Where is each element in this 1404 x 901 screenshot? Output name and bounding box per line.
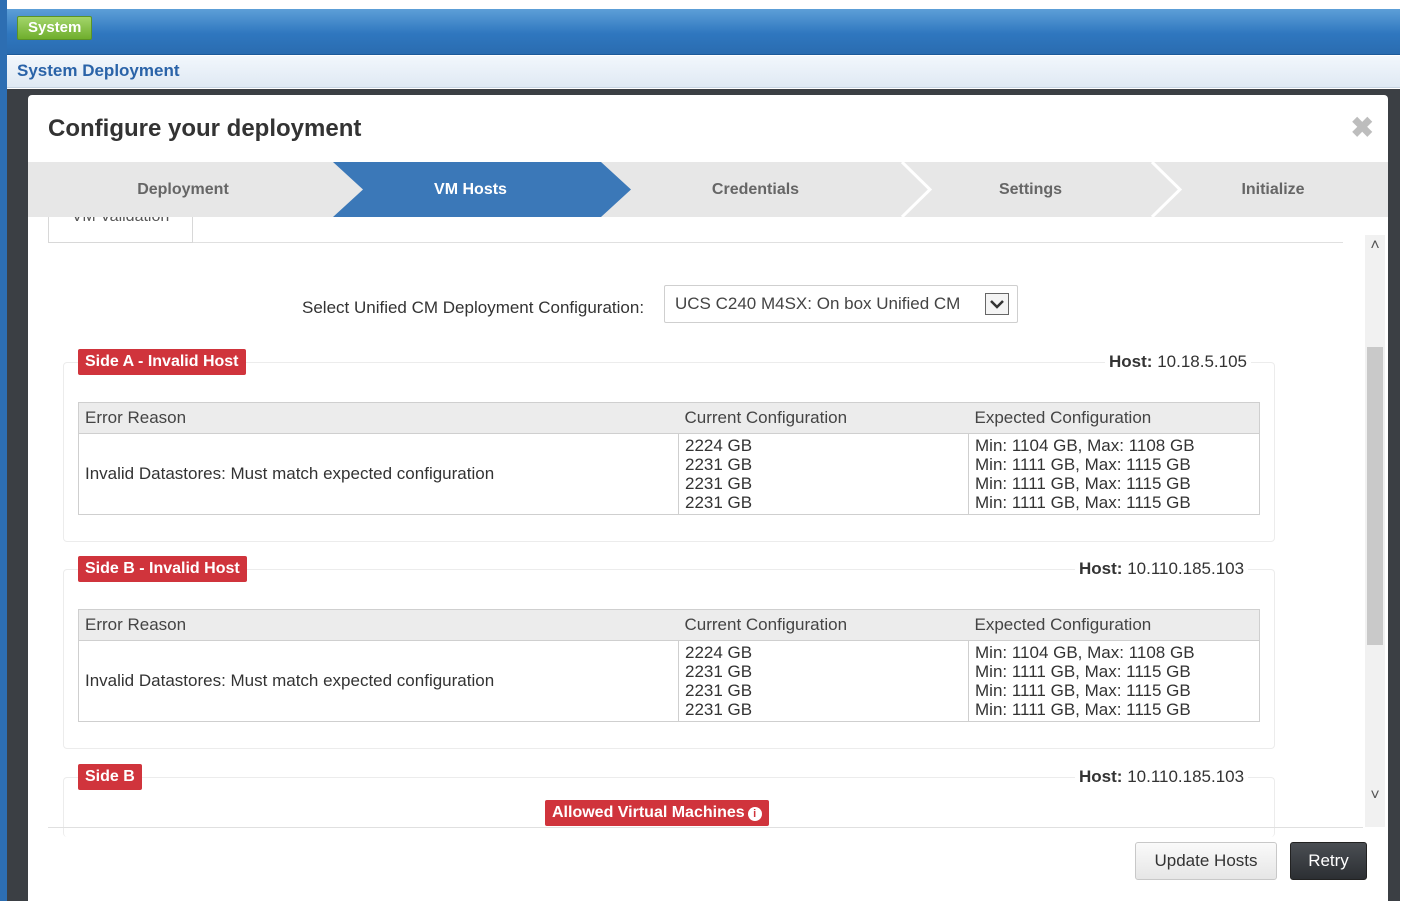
- current-config-cell: 2224 GB 2231 GB 2231 GB 2231 GB: [678, 433, 969, 515]
- wizard-step-label: Settings: [998, 181, 1063, 198]
- deployment-config-value: UCS C240 M4SX: On box Unified CM: [675, 294, 961, 313]
- wizard-step-label: VM Hosts: [434, 181, 507, 198]
- allowed-vms-badge[interactable]: Allowed Virtual Machines i: [545, 800, 769, 826]
- scroll-thumb[interactable]: [1367, 347, 1383, 645]
- retry-button[interactable]: Retry: [1290, 842, 1367, 880]
- content-footer-divider: [48, 827, 1363, 828]
- window-edge: [0, 0, 7, 901]
- info-icon[interactable]: i: [747, 807, 762, 821]
- system-tab[interactable]: System: [17, 16, 93, 40]
- expected-config-cell: Min: 1104 GB, Max: 1108 GB Min: 1111 GB,…: [968, 640, 1260, 722]
- tab-label: VM Validation: [72, 217, 170, 225]
- wizard-step-settings[interactable]: Settings: [908, 162, 1153, 217]
- host-value: 10.110.185.103: [1127, 767, 1245, 786]
- section-title: System Deployment: [17, 61, 180, 80]
- current-config-cell: 2224 GB 2231 GB 2231 GB 2231 GB: [678, 640, 969, 722]
- configure-deployment-dialog: Configure your deployment ✖ Deployment V…: [28, 95, 1388, 901]
- content-scrollbar[interactable]: ˄ ˅: [1365, 235, 1385, 827]
- wizard-step-label: Initialize: [1241, 181, 1305, 198]
- side-b-vms-host-address: Host: 10.110.185.103: [1075, 767, 1249, 787]
- allowed-vms-label: Allowed Virtual Machines: [552, 804, 745, 821]
- host-key: Host:: [1079, 767, 1123, 786]
- host-value: 10.110.185.103: [1127, 559, 1245, 578]
- side-b-host-address: Host: 10.110.185.103: [1075, 559, 1249, 579]
- table-row: Invalid Datastores: Must match expected …: [79, 640, 1260, 722]
- expected-config-cell: Min: 1104 GB, Max: 1108 GB Min: 1111 GB,…: [968, 433, 1260, 515]
- error-reason-cell: Invalid Datastores: Must match expected …: [85, 464, 495, 483]
- section-bar: System Deployment: [7, 56, 1400, 88]
- table-header-row: Error Reason Current Configuration Expec…: [78, 609, 1260, 641]
- column-header: Expected Configuration: [968, 402, 1260, 434]
- tab-vm-validation[interactable]: VM Validation: [48, 217, 193, 243]
- wizard-steps: Deployment VM Hosts Credentials Settings…: [28, 162, 1388, 217]
- deployment-config-label: Select Unified CM Deployment Configurati…: [302, 298, 645, 317]
- side-b-status-badge: Side B - Invalid Host: [78, 556, 247, 582]
- wizard-step-label: Credentials: [711, 181, 800, 198]
- column-header: Expected Configuration: [968, 609, 1260, 641]
- table-row: Invalid Datastores: Must match expected …: [79, 433, 1260, 515]
- update-hosts-button[interactable]: Update Hosts: [1135, 842, 1277, 880]
- close-icon[interactable]: ✖: [1351, 111, 1374, 144]
- column-header: Current Configuration: [678, 402, 969, 434]
- side-a-host-address: Host: 10.18.5.105: [1105, 352, 1251, 372]
- side-b-error-table: Error Reason Current Configuration Expec…: [78, 609, 1260, 722]
- error-reason-cell: Invalid Datastores: Must match expected …: [85, 671, 495, 690]
- wizard-step-initialize[interactable]: Initialize: [1158, 162, 1388, 217]
- table-header-row: Error Reason Current Configuration Expec…: [78, 402, 1260, 434]
- chevron-up-icon[interactable]: ˄: [1365, 235, 1385, 257]
- top-nav-bar: System: [7, 9, 1400, 55]
- side-a-status-badge: Side A - Invalid Host: [78, 349, 246, 375]
- wizard-step-label: Deployment: [137, 181, 229, 198]
- side-b-badge: Side B: [78, 764, 142, 790]
- deployment-config-select[interactable]: UCS C240 M4SX: On box Unified CM: [664, 285, 1018, 323]
- chevron-down-icon[interactable]: ˅: [1365, 785, 1385, 807]
- wizard-step-vm-hosts[interactable]: VM Hosts: [348, 162, 593, 217]
- dropdown-arrow-icon[interactable]: [985, 293, 1009, 315]
- host-key: Host:: [1109, 352, 1153, 371]
- side-a-error-table: Error Reason Current Configuration Expec…: [78, 402, 1260, 515]
- column-header: Error Reason: [78, 609, 679, 641]
- column-header: Error Reason: [78, 402, 679, 434]
- host-key: Host:: [1079, 559, 1123, 578]
- wizard-step-deployment[interactable]: Deployment: [28, 162, 338, 217]
- dialog-title: Configure your deployment: [48, 115, 362, 142]
- wizard-step-credentials[interactable]: Credentials: [628, 162, 883, 217]
- column-header: Current Configuration: [678, 609, 969, 641]
- tab-divider: [193, 242, 1343, 243]
- host-value: 10.18.5.105: [1157, 352, 1247, 371]
